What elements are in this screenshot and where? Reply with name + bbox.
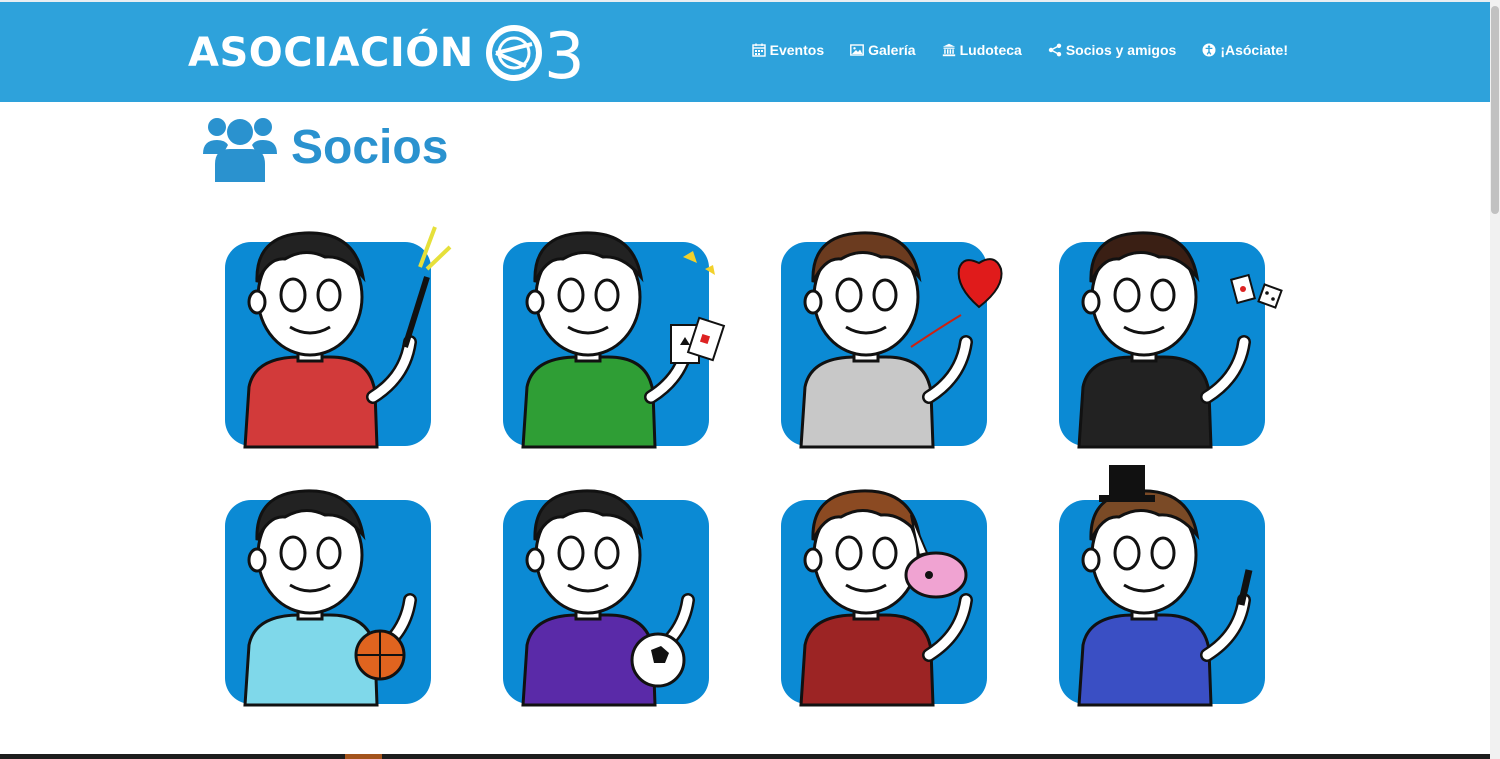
- nav-ludoteca[interactable]: Ludoteca: [942, 42, 1022, 58]
- playing-cards-icon: [670, 251, 726, 364]
- image-icon: [850, 44, 865, 56]
- basketball-icon: [354, 629, 406, 681]
- share-icon: [1048, 43, 1062, 57]
- nav-label: Socios y amigos: [1065, 42, 1177, 58]
- page-heading: Socios: [291, 120, 449, 174]
- nav-galeria[interactable]: Galería: [850, 42, 916, 58]
- nav-asociate[interactable]: ¡Asóciate!: [1202, 42, 1288, 58]
- taskbar-strip: [0, 754, 1490, 759]
- brand-logo-link[interactable]: ASOCIACIÓN 3: [188, 20, 584, 86]
- nav-label: ¡Asóciate!: [1220, 42, 1288, 58]
- heart-icon: [910, 258, 1003, 348]
- association-logo-icon: 3: [485, 20, 584, 86]
- member-card[interactable]: [781, 231, 1003, 449]
- users-icon: [203, 118, 277, 182]
- member-card[interactable]: [1059, 231, 1283, 449]
- nav-label: Ludoteca: [959, 42, 1022, 58]
- calendar-icon: [751, 43, 766, 57]
- scrollbar-thumb[interactable]: [1491, 6, 1499, 214]
- header-bar: ASOCIACIÓN 3 Eventos Galería Ludoteca So…: [0, 0, 1500, 102]
- soccer-ball-icon: [630, 632, 686, 688]
- member-card[interactable]: [503, 489, 709, 707]
- member-avatar-icon: [521, 489, 695, 707]
- bank-icon: [942, 43, 955, 57]
- member-avatar-icon: [1077, 465, 1253, 707]
- nav-label: Galería: [868, 42, 916, 58]
- member-card[interactable]: [225, 489, 431, 707]
- member-avatar-icon: [243, 226, 452, 449]
- taskbar-accent: [345, 754, 382, 759]
- brand-number: 3: [544, 20, 584, 86]
- member-card[interactable]: [1059, 465, 1265, 707]
- nav-eventos[interactable]: Eventos: [751, 42, 825, 58]
- member-card[interactable]: [503, 231, 726, 449]
- page-title: Socios: [203, 112, 448, 182]
- member-avatar-icon: [799, 231, 1003, 449]
- nav-socios-amigos[interactable]: Socios y amigos: [1048, 42, 1176, 58]
- member-avatar-icon: [243, 489, 417, 707]
- member-avatar-icon: [1077, 231, 1283, 449]
- nav-label: Eventos: [769, 42, 825, 58]
- main-nav: Eventos Galería Ludoteca Socios y amigos…: [751, 42, 1288, 58]
- member-avatar-icon: [521, 231, 726, 449]
- member-card[interactable]: [225, 226, 452, 449]
- cards-dice-icon: [1229, 273, 1283, 309]
- member-card[interactable]: [781, 489, 987, 707]
- member-avatar-icon: [799, 489, 973, 707]
- brand-name: ASOCIACIÓN: [188, 30, 474, 76]
- accessibility-icon: [1202, 43, 1216, 57]
- magic-wand-icon: [402, 226, 452, 348]
- page-scrollbar[interactable]: [1490, 0, 1500, 759]
